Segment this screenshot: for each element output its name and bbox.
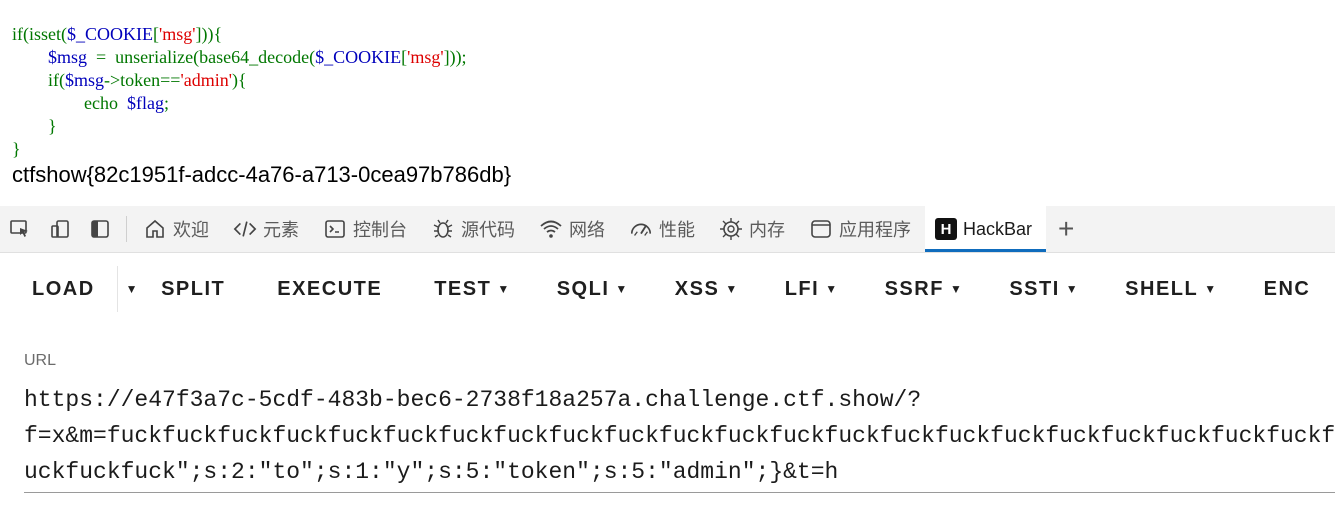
code-token: 'admin' xyxy=(180,70,232,90)
php-source-code: if(isset($_COOKIE['msg'])){ $msg = unser… xyxy=(12,23,467,161)
home-icon xyxy=(143,217,167,241)
device-emulation-icon[interactable] xyxy=(40,206,80,252)
divider xyxy=(126,216,127,242)
tab-application[interactable]: 应用程序 xyxy=(799,206,925,252)
code-token: $_COOKIE xyxy=(315,47,402,67)
tab-performance[interactable]: 性能 xyxy=(619,206,709,252)
load-button[interactable]: LOAD xyxy=(32,278,95,301)
button-label: SSTI xyxy=(1009,277,1060,300)
code-token: $msg xyxy=(48,47,88,67)
url-line: f=x&m=fuckfuckfuckfuckfuckfuckfuckfuckfu… xyxy=(24,423,1335,449)
tab-network[interactable]: 网络 xyxy=(529,206,619,252)
code-line-2: $msg = unserialize(base64_decode($_COOKI… xyxy=(12,47,467,67)
sqli-menu-button[interactable]: SQLI ▼ xyxy=(557,278,629,301)
tab-elements[interactable]: 元素 xyxy=(223,206,313,252)
url-label: URL xyxy=(24,352,57,369)
code-tag-icon xyxy=(233,217,257,241)
code-token: $msg xyxy=(65,70,105,90)
code-token: } xyxy=(48,116,57,136)
ssrf-menu-button[interactable]: SSRF ▼ xyxy=(885,278,964,301)
code-token: if(isset( xyxy=(12,24,67,44)
tab-label: 内存 xyxy=(749,220,785,240)
test-menu-button[interactable]: TEST ▼ xyxy=(434,278,511,301)
tab-label: HackBar xyxy=(963,218,1033,239)
button-label: SSRF xyxy=(884,277,944,300)
encoding-menu-button[interactable]: ENC xyxy=(1264,278,1311,301)
gauge-icon xyxy=(629,217,653,241)
caret-down-icon: ▼ xyxy=(825,282,839,296)
caret-down-icon: ▼ xyxy=(725,282,739,296)
url-field-underline xyxy=(24,492,1335,493)
lfi-menu-button[interactable]: LFI ▼ xyxy=(785,278,839,301)
tab-memory[interactable]: 内存 xyxy=(709,206,799,252)
url-line: uckfuckfuck";s:2:"to";s:1:"y";s:5:"token… xyxy=(24,459,839,485)
button-label: ENC xyxy=(1263,277,1311,300)
code-line-1: if(isset($_COOKIE['msg'])){ xyxy=(12,24,222,44)
tab-label: 应用程序 xyxy=(839,220,911,240)
button-label: SQLI xyxy=(556,277,610,300)
code-line-6: } xyxy=(12,139,21,159)
inspect-element-icon[interactable] xyxy=(0,206,40,252)
code-token: if( xyxy=(48,70,65,90)
code-line-3: if($msg->token=='admin'){ xyxy=(12,70,247,90)
load-dropdown-button[interactable]: ▼ xyxy=(118,282,147,296)
code-token: 'msg' xyxy=(407,47,444,67)
code-token: ){ xyxy=(231,70,247,90)
code-token: ])); xyxy=(443,47,467,67)
code-line-4: echo $flag; xyxy=(12,93,169,113)
split-button[interactable]: SPLIT xyxy=(161,278,225,301)
caret-down-icon: ▼ xyxy=(615,282,629,296)
wifi-icon xyxy=(539,217,563,241)
hackbar-logo-icon: H xyxy=(935,218,957,240)
code-token: ; xyxy=(163,93,169,113)
bug-icon xyxy=(431,217,455,241)
tab-label: 欢迎 xyxy=(173,220,209,240)
url-line: https://e47f3a7c-5cdf-483b-bec6-2738f18a… xyxy=(24,387,922,413)
code-token: } xyxy=(12,139,21,159)
caret-down-icon: ▼ xyxy=(1204,282,1218,296)
console-icon xyxy=(323,217,347,241)
url-textarea[interactable]: https://e47f3a7c-5cdf-483b-bec6-2738f18a… xyxy=(24,382,1335,490)
chip-icon xyxy=(719,217,743,241)
flag-output: ctfshow{82c1951f-adcc-4a76-a713-0cea97b7… xyxy=(12,162,512,187)
add-tab-button[interactable]: + xyxy=(1046,213,1086,245)
code-token: $_COOKIE xyxy=(66,24,153,44)
execute-button[interactable]: EXECUTE xyxy=(277,278,382,301)
button-label: LOAD xyxy=(32,277,95,300)
button-label: SPLIT xyxy=(161,277,226,300)
code-line-5: } xyxy=(12,116,57,136)
caret-down-icon: ▼ xyxy=(949,282,964,296)
tab-label: 元素 xyxy=(263,220,299,240)
shell-menu-button[interactable]: SHELL ▼ xyxy=(1125,278,1217,301)
code-token: = unserialize(base64_decode( xyxy=(87,47,316,67)
code-token: ->token== xyxy=(104,70,181,90)
button-label: SHELL xyxy=(1125,277,1199,300)
caret-down-icon: ▼ xyxy=(125,282,140,296)
hackbar-toolbar: LOAD ▼ SPLIT EXECUTE TEST ▼ SQLI ▼ XSS ▼ LF… xyxy=(0,262,1335,316)
tab-hackbar[interactable]: H HackBar xyxy=(925,206,1047,252)
ssti-menu-button[interactable]: SSTI ▼ xyxy=(1009,278,1079,301)
tab-label: 控制台 xyxy=(353,220,407,240)
caret-down-icon: ▼ xyxy=(497,282,511,296)
tab-label: 源代码 xyxy=(461,220,515,240)
tab-sources[interactable]: 源代码 xyxy=(421,206,529,252)
code-token: $flag xyxy=(126,93,164,113)
button-label: EXECUTE xyxy=(277,277,383,300)
code-token: 'msg' xyxy=(158,24,196,44)
devtools-tab-bar: 欢迎 元素 控制台 源代码 网络 性能 内存 应用程序 H HackBar + xyxy=(0,206,1335,253)
caret-down-icon: ▼ xyxy=(1065,282,1080,296)
button-label: LFI xyxy=(784,277,820,300)
xss-menu-button[interactable]: XSS ▼ xyxy=(675,278,739,301)
button-label: TEST xyxy=(434,277,492,300)
app-window-icon xyxy=(809,217,833,241)
code-token: ])){ xyxy=(195,24,223,44)
tab-label: 性能 xyxy=(659,220,695,240)
button-label: XSS xyxy=(674,277,720,300)
tab-console[interactable]: 控制台 xyxy=(313,206,421,252)
dock-side-icon[interactable] xyxy=(80,206,120,252)
tab-welcome[interactable]: 欢迎 xyxy=(133,206,223,252)
tab-label: 网络 xyxy=(569,220,605,240)
code-token: echo xyxy=(84,93,127,113)
